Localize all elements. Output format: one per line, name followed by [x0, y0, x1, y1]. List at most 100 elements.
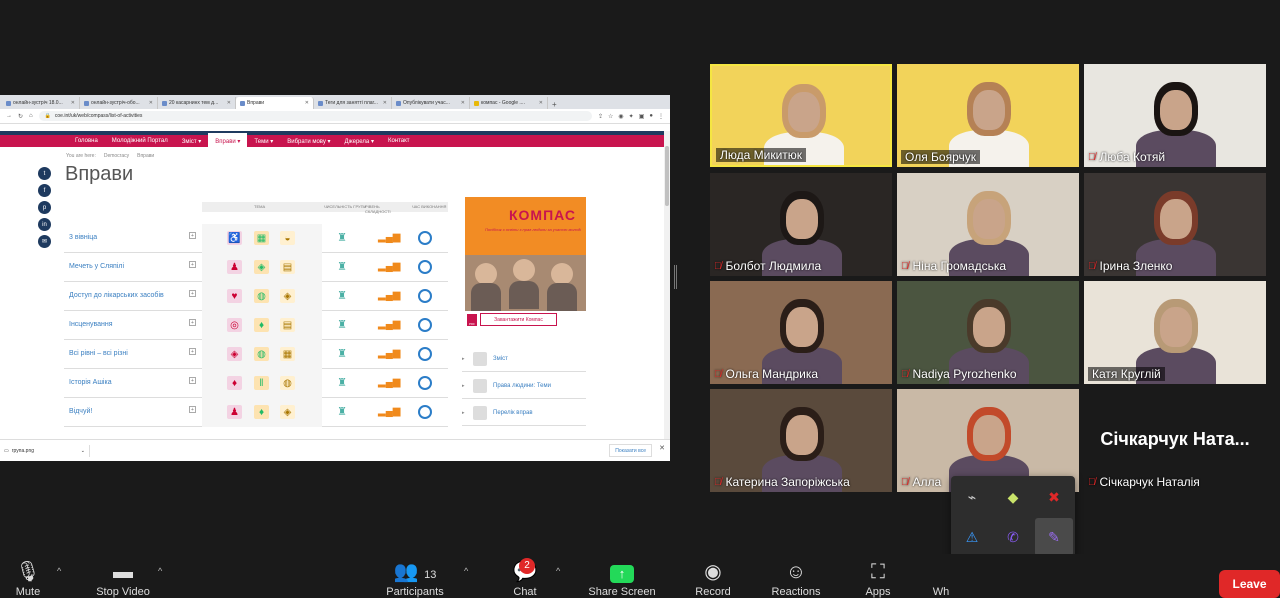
participant-name: Оля Боярчук — [905, 150, 976, 164]
activity-link[interactable]: Історія Ашіка — [69, 379, 112, 386]
compass-book-cover[interactable]: КОМПАС Посібник з освіти з прав людини з… — [465, 197, 586, 311]
facebook-icon[interactable]: f — [38, 184, 51, 197]
home-icon[interactable]: ⌂ — [29, 113, 33, 119]
nav-item-home[interactable]: Головна — [68, 133, 105, 149]
expand-icon[interactable]: + — [189, 348, 196, 355]
browser-tab[interactable]: Теги для занятті плаг... ✕ — [314, 97, 392, 109]
close-icon[interactable]: ✕ — [383, 100, 387, 106]
record-button[interactable]: ◉ Record — [688, 562, 738, 598]
close-icon[interactable]: ✕ — [461, 100, 465, 106]
chevron-up-icon[interactable]: ^ — [464, 566, 468, 576]
chevron-up-icon[interactable]: ^ — [57, 566, 61, 576]
show-all-button[interactable]: Показати все — [609, 444, 652, 457]
browser-tab[interactable]: онлайн-зустріч-обо... ✕ — [80, 97, 158, 109]
chat-button[interactable]: 💬2 Chat — [505, 558, 545, 598]
notes-app-icon[interactable]: ◆ — [994, 478, 1032, 516]
reload-icon[interactable]: ↻ — [18, 113, 23, 120]
breadcrumb-link[interactable]: Democracy — [104, 153, 129, 159]
participants-button[interactable]: 👥 13 Participants — [380, 562, 450, 598]
linkedin-icon[interactable]: in — [38, 218, 51, 231]
expand-icon[interactable]: + — [189, 261, 196, 268]
participant-tile[interactable]: Катя Круглій — [1084, 281, 1266, 384]
email-icon[interactable]: ✉ — [38, 235, 51, 248]
downloaded-file[interactable]: ▭ група.png ⌄ — [4, 445, 90, 457]
expand-icon[interactable]: + — [189, 377, 196, 384]
theme-icon: ◎ — [227, 318, 242, 332]
menu-icon[interactable]: ⋮ — [658, 113, 664, 120]
participant-tile[interactable]: 🎙̸ Люба Котяй — [1084, 64, 1266, 167]
expand-icon[interactable]: + — [189, 319, 196, 326]
close-icon[interactable]: ✕ — [305, 100, 309, 106]
browser-tab[interactable]: 20 касарнинх тем д... ✕ — [158, 97, 236, 109]
browser-tab[interactable]: компас - Google .... ✕ — [470, 97, 548, 109]
browser-tab-active[interactable]: Вправи ✕ — [236, 97, 314, 109]
nav-item-contents[interactable]: Зміст ▾ — [175, 133, 209, 149]
pen-icon[interactable]: ✎ — [1035, 518, 1073, 556]
sidebar-link-contents[interactable]: ▸ Зміст — [462, 347, 586, 372]
close-icon[interactable]: ✕ — [149, 100, 153, 106]
participant-tile[interactable]: 🎙̸ Катерина Запоріжська — [710, 389, 892, 492]
expand-icon[interactable]: + — [189, 290, 196, 297]
participant-tile[interactable]: Оля Боярчук — [897, 64, 1079, 167]
expand-icon[interactable]: + — [189, 406, 196, 413]
star-icon[interactable]: ☆ — [608, 113, 613, 120]
participant-tile[interactable]: Люда Микитюк — [710, 64, 892, 167]
activity-link[interactable]: Мечеть у Сляпілі — [69, 263, 124, 270]
viber-icon[interactable]: ✆ — [994, 518, 1032, 556]
reactions-button[interactable]: ☺ Reactions — [764, 562, 828, 598]
chevron-up-icon[interactable]: ^ — [158, 566, 162, 576]
participant-name-tag: 🎙̸ Nadiya Pyrozhenko — [901, 367, 1017, 381]
whiteboards-button[interactable]: Wh — [926, 562, 956, 598]
mute-button[interactable]: 🎙 Mute — [8, 562, 48, 598]
close-icon[interactable]: ✕ — [71, 100, 75, 106]
puzzle-icon[interactable]: ✦ — [629, 113, 634, 120]
chevron-down-icon[interactable]: ⌄ — [81, 448, 85, 454]
share-icon[interactable]: ⇪ — [598, 113, 603, 120]
warning-shield-icon[interactable]: ⚠ — [953, 518, 991, 556]
stop-video-button[interactable]: ▬ Stop Video — [88, 562, 158, 598]
nav-item-youth-portal[interactable]: Молодіжний Портал — [105, 133, 175, 149]
close-icon[interactable]: ✕ — [227, 100, 231, 106]
profile-icon[interactable]: ● — [649, 113, 653, 120]
split-view-handle[interactable] — [674, 265, 677, 289]
participant-tile[interactable]: 🎙̸ Ніна Громадська — [897, 173, 1079, 276]
sidebar-link-activities[interactable]: ▸ Перелік вправ — [462, 401, 586, 426]
participant-tile[interactable]: Січкарчук Ната... 🎙̸ Січкарчук Наталія — [1084, 389, 1266, 492]
activity-link[interactable]: Всі рівні – всі різні — [69, 350, 128, 357]
chevron-up-icon[interactable]: ^ — [556, 566, 560, 576]
browser-tab[interactable]: онлайн-зустріч 18.0... ✕ — [2, 97, 80, 109]
participant-tile[interactable]: 🎙̸ Болбот Людмила — [710, 173, 892, 276]
extension-icon[interactable]: ◉ — [618, 113, 623, 120]
participant-tile[interactable]: 🎙̸ Nadiya Pyrozhenko — [897, 281, 1079, 384]
activity-link[interactable]: Інсценування — [69, 321, 113, 328]
nav-item-language[interactable]: Вибрати мову ▾ — [280, 133, 337, 149]
url-field[interactable]: 🔒 coe.int/uk/web/compass/list-of-activiti… — [38, 111, 592, 121]
scrollbar-thumb[interactable] — [665, 146, 669, 206]
participant-tile[interactable]: 🎙̸ Ірина Зленко — [1084, 173, 1266, 276]
browser-tab[interactable]: Опублікувати учас... ✕ — [392, 97, 470, 109]
nav-item-activities[interactable]: Вправи ▾ — [208, 133, 248, 149]
back-icon[interactable]: → — [6, 113, 12, 119]
close-icon[interactable]: ✕ — [539, 100, 543, 106]
share-screen-button[interactable]: ↑ Share Screen — [583, 562, 661, 598]
download-compass-button[interactable]: Завантажити Компас — [480, 313, 557, 326]
page-scrollbar[interactable] — [664, 131, 670, 439]
activity-link[interactable]: 3 вівніца — [69, 234, 97, 241]
close-icon[interactable]: ✕ — [659, 444, 665, 452]
network-icon[interactable]: ⌁ — [953, 478, 991, 516]
nav-item-sources[interactable]: Джерела ▾ — [338, 133, 381, 149]
activity-link[interactable]: Доступ до лікарських засобів — [69, 292, 164, 299]
leave-button[interactable]: Leave — [1219, 570, 1280, 598]
expand-icon[interactable]: + — [189, 232, 196, 239]
new-tab-button[interactable]: + — [548, 100, 561, 109]
sidebar-link-themes[interactable]: ▸ Права людини: Теми — [462, 374, 586, 399]
window-icon[interactable]: ▣ — [639, 113, 645, 120]
nav-item-themes[interactable]: Теми ▾ — [247, 133, 280, 149]
ban-icon[interactable]: ✖ — [1035, 478, 1073, 516]
twitter-icon[interactable]: t — [38, 167, 51, 180]
activity-link[interactable]: Відчуй! — [69, 408, 92, 415]
apps-button[interactable]: ⛶ Apps — [858, 562, 898, 598]
pinterest-icon[interactable]: p — [38, 201, 51, 214]
participant-tile[interactable]: 🎙̸ Ольга Мандрика — [710, 281, 892, 384]
nav-item-contact[interactable]: Контакт — [381, 133, 417, 149]
